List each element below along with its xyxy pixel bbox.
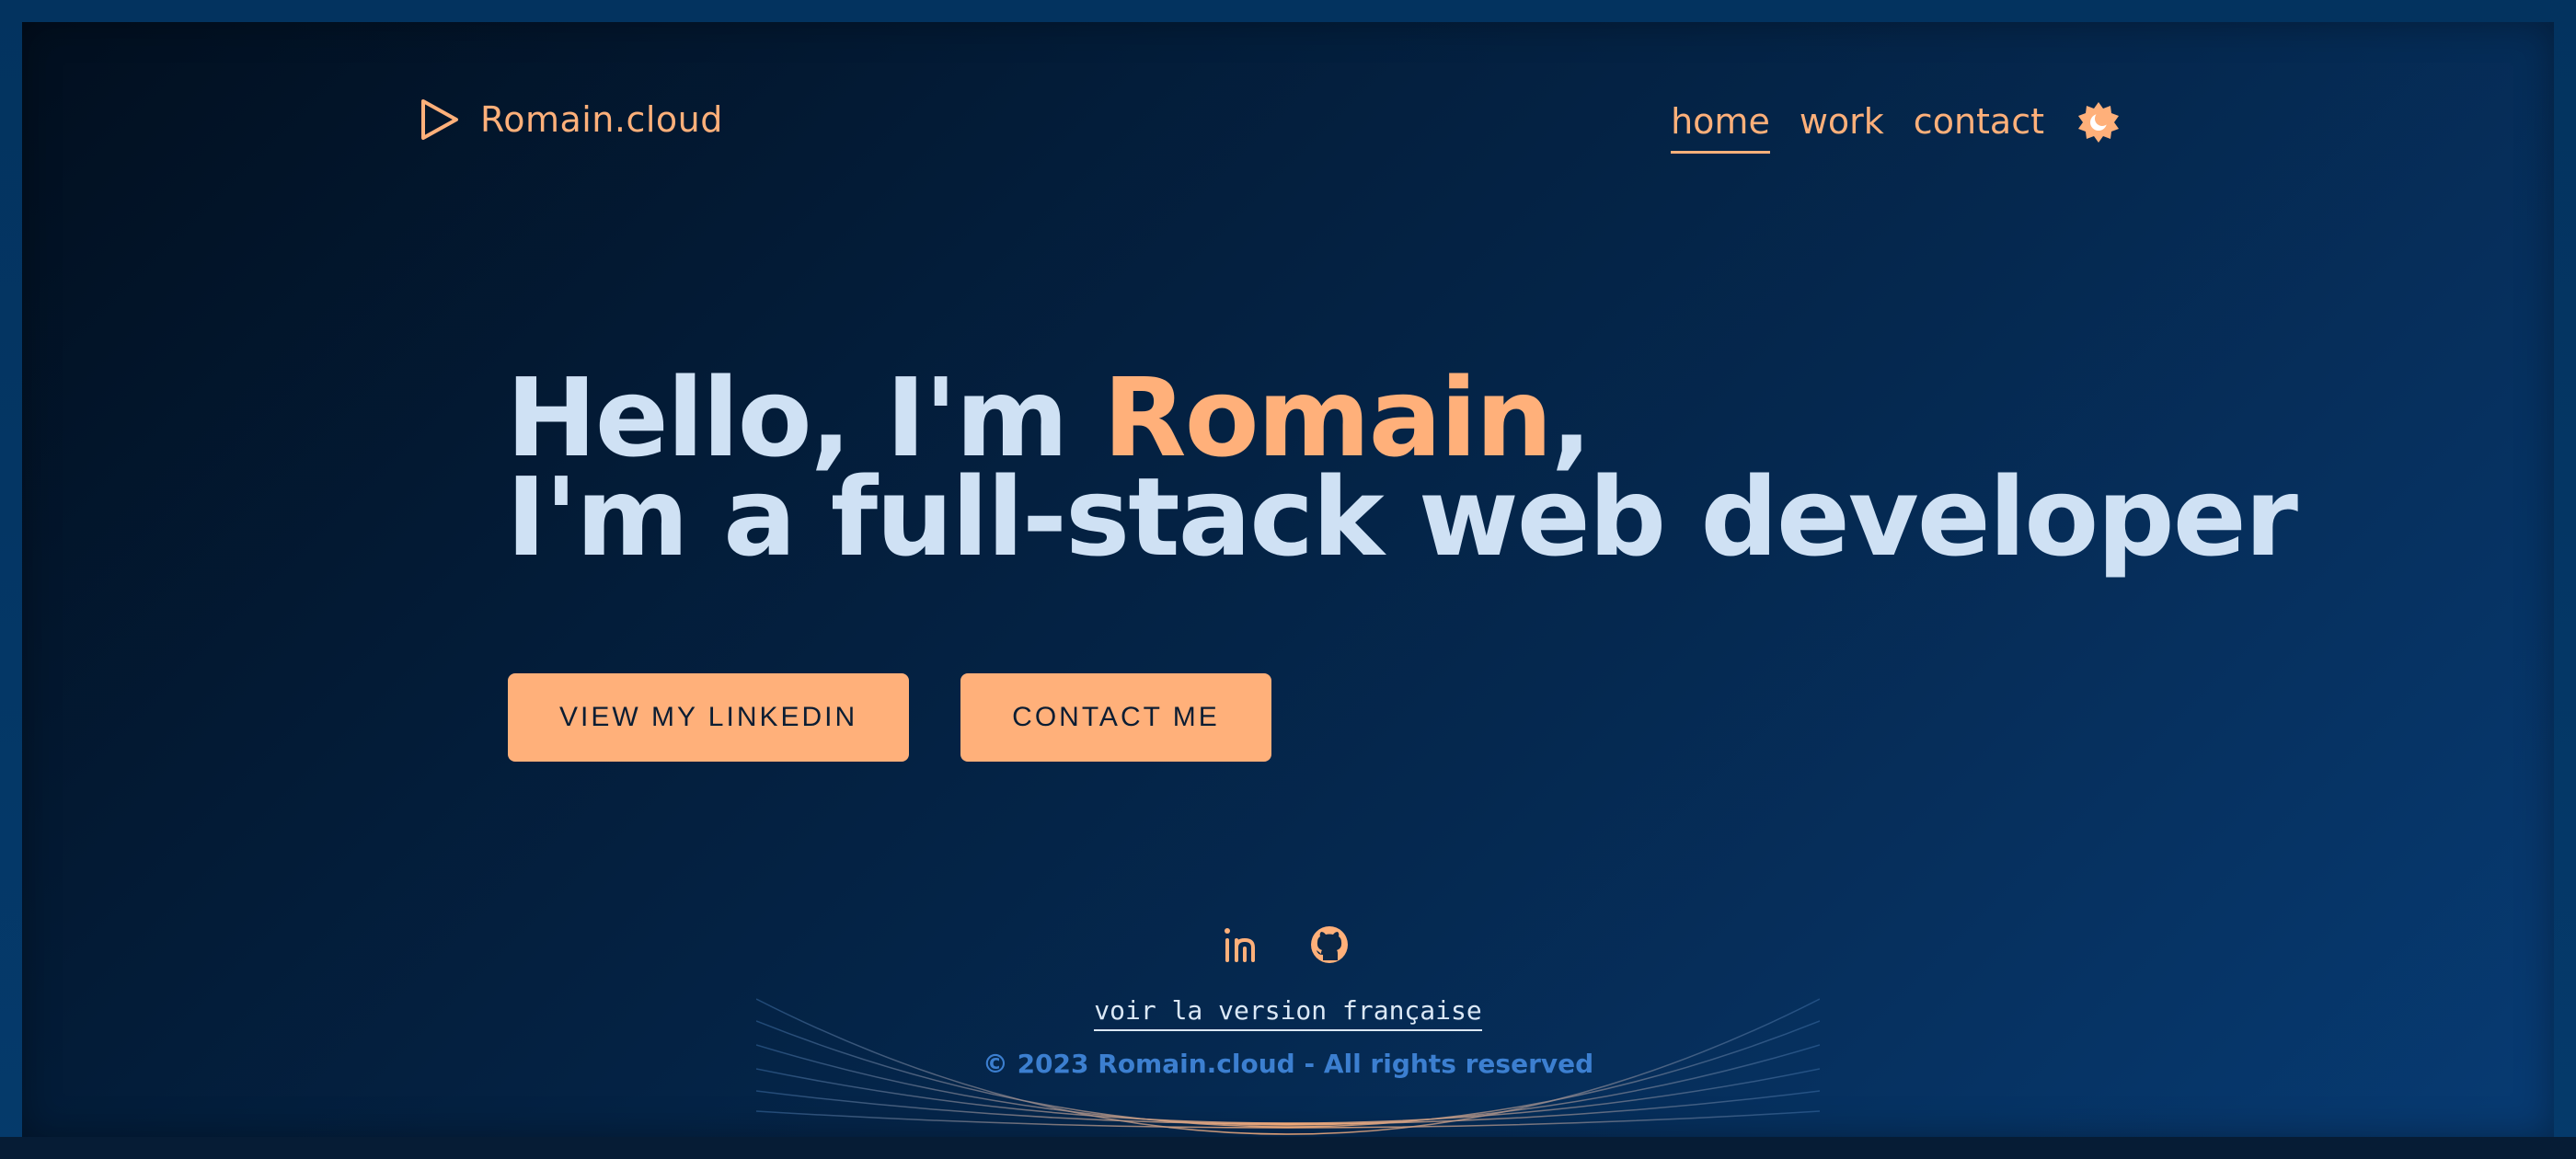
hero-line-1: Hello, I'm Romain, [506, 363, 2254, 472]
bottom-strip [0, 1137, 2576, 1159]
sun-icon[interactable] [2077, 101, 2120, 143]
brand-name: Romain.cloud [480, 99, 723, 140]
language-switch: voir la version française [0, 995, 2576, 1031]
social-links [1220, 924, 1351, 966]
nav-work[interactable]: work [1800, 101, 1884, 154]
play-triangle-icon [421, 99, 458, 140]
nav-home[interactable]: home [1671, 101, 1770, 154]
view-linkedin-button[interactable]: VIEW MY LINKEDIN [508, 673, 910, 762]
hero-heading: Hello, I'm Romain, I'm a full-stack web … [506, 363, 2298, 580]
github-icon[interactable] [1308, 924, 1351, 966]
contact-me-button[interactable]: CONTACT ME [960, 673, 1271, 762]
linkedin-icon[interactable] [1220, 924, 1262, 966]
main-nav: home work contact [1671, 101, 2120, 154]
brand-logo-link[interactable]: Romain.cloud [420, 98, 723, 142]
nav-contact[interactable]: contact [1914, 101, 2044, 154]
copyright: © 2023 Romain.cloud - All rights reserve… [982, 1049, 1594, 1079]
cta-row: VIEW MY LINKEDIN CONTACT ME [508, 673, 1271, 762]
hero-line-2: I'm a full-stack web developer [506, 453, 2298, 580]
french-version-link[interactable]: voir la version française [1094, 995, 1482, 1031]
